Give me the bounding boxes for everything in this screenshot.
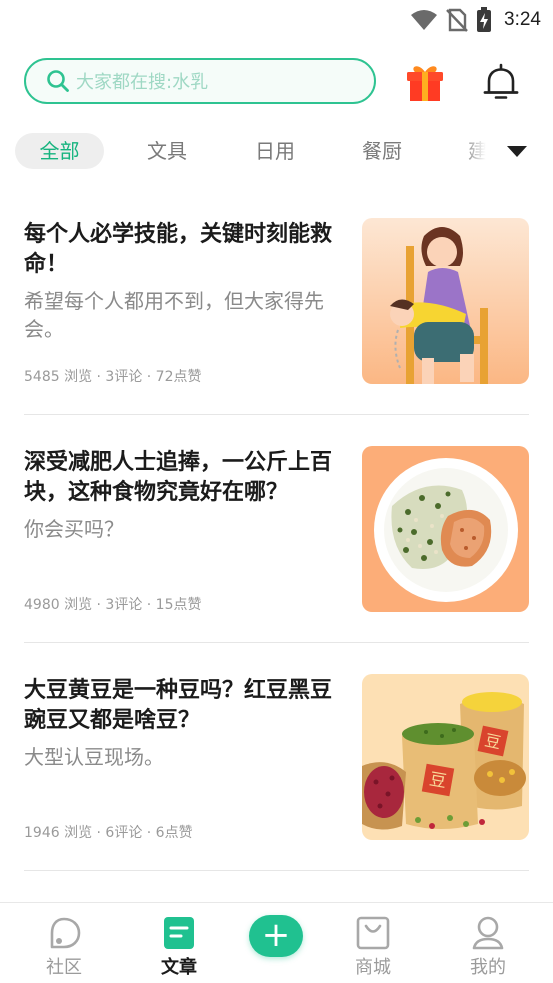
nav-articles[interactable]: 文章 [139,915,219,979]
search-placeholder: 大家都在搜:水乳 [76,72,209,93]
nav-mall[interactable]: 商城 [333,915,413,979]
battery-charging-icon [477,7,492,32]
article-title: 深受减肥人士追捧，一公斤上百块，这种食物究竟好在哪？ [24,450,333,505]
article-icon [164,917,194,949]
tab-stationery[interactable]: 文具 [132,133,202,169]
bean-sacks-illustration: 豆 豆 [362,674,529,840]
tab-daily[interactable]: 日用 [240,133,310,169]
article-subtitle: 希望每个人都用不到，但大家得先会。 [24,289,324,341]
article-subtitle: 大型认豆现场。 [24,745,164,769]
bottom-nav: 社区 文章 + 商城 我的 [0,902,553,983]
first-aid-illustration [362,218,529,384]
no-sim-icon [446,8,468,32]
article-title: 每个人必学技能，关键时刻能救命！ [24,222,333,277]
article-meta: 4980 浏览 · 3评论 · 15点赞 [24,597,202,613]
tab-all[interactable]: 全部 [15,133,104,169]
article-meta: 1946 浏览 · 6评论 · 6点赞 [24,825,193,841]
status-icons: 3:24 [410,6,541,34]
plus-icon: + [261,915,291,955]
community-icon [50,917,81,949]
article-subtitle: 你会买吗？ [24,517,124,541]
bean-sack-label: 豆 [428,770,448,793]
search-icon [47,70,69,92]
article-card[interactable]: 深受减肥人士追捧，一公斤上百块，这种食物究竟好在哪？ 你会买吗？ 4980 浏览… [24,446,529,643]
nav-community-label: 社区 [46,957,82,978]
nav-mine-label: 我的 [470,957,506,978]
status-time: 3:24 [504,9,541,30]
article-card[interactable]: 大豆黄豆是一种豆吗？红豆黑豆豌豆又都是啥豆？ 大型认豆现场。 1946 浏览 ·… [24,674,529,871]
bell-icon[interactable] [481,62,521,102]
nav-mall-label: 商城 [355,957,391,978]
nav-mine[interactable]: 我的 [448,915,528,979]
search-input[interactable]: 大家都在搜:水乳 [24,58,376,104]
article-title: 大豆黄豆是一种豆吗？红豆黑豆豌豆又都是啥豆？ [24,678,333,733]
nav-community[interactable]: 社区 [24,915,104,979]
quinoa-plate-illustration [362,446,529,612]
category-tabs: 全部 文具 日用 餐厨 建 [0,133,553,169]
user-icon [472,916,504,950]
chevron-down-icon[interactable] [504,141,530,161]
wifi-icon [411,10,438,30]
article-card[interactable]: 每个人必学技能，关键时刻能救命！ 希望每个人都用不到，但大家得先会。 5485 … [24,218,529,415]
tab-kitchen[interactable]: 餐厨 [347,133,417,169]
add-button[interactable]: + [249,915,303,957]
status-bar: 3:24 [0,0,553,40]
header: 大家都在搜:水乳 [0,58,553,106]
nav-articles-label: 文章 [161,957,197,978]
gift-icon[interactable] [404,62,446,102]
article-meta: 5485 浏览 · 3评论 · 72点赞 [24,369,202,385]
shopping-bag-icon [356,916,390,950]
